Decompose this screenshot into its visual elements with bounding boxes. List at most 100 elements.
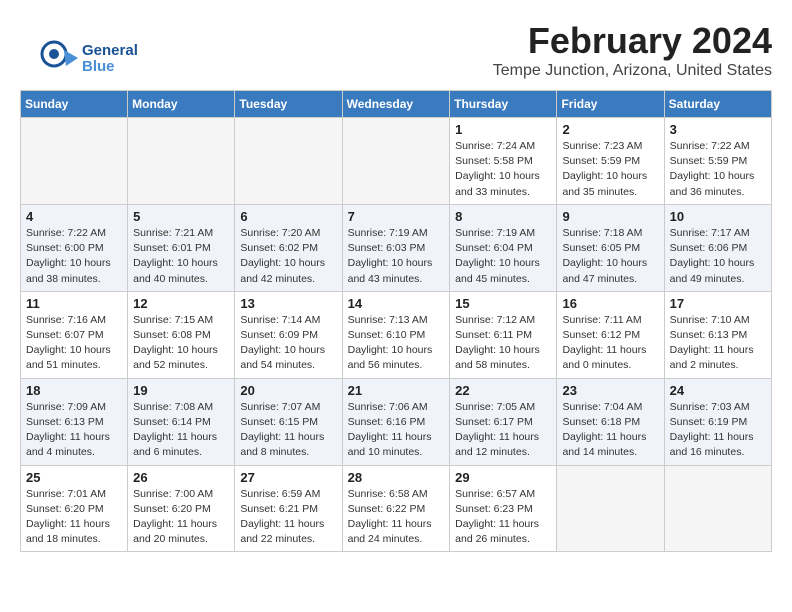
- day-number: 19: [133, 383, 229, 398]
- day-info: Sunrise: 7:24 AM Sunset: 5:58 PM Dayligh…: [455, 139, 551, 200]
- day-number: 5: [133, 209, 229, 224]
- calendar-cell: [557, 465, 664, 552]
- day-info: Sunrise: 7:07 AM Sunset: 6:15 PM Dayligh…: [240, 400, 336, 461]
- day-number: 2: [562, 122, 658, 137]
- day-info: Sunrise: 7:08 AM Sunset: 6:14 PM Dayligh…: [133, 400, 229, 461]
- calendar-cell: 29 Sunrise: 6:57 AM Sunset: 6:23 PM Dayli…: [450, 465, 557, 552]
- calendar-cell: 11 Sunrise: 7:16 AM Sunset: 6:07 PM Dayli…: [21, 291, 128, 378]
- logo-icon: [40, 40, 78, 78]
- day-info: Sunrise: 6:58 AM Sunset: 6:22 PM Dayligh…: [348, 487, 445, 548]
- day-info: Sunrise: 7:19 AM Sunset: 6:04 PM Dayligh…: [455, 226, 551, 287]
- calendar-week-row: 1 Sunrise: 7:24 AM Sunset: 5:58 PM Daylig…: [21, 118, 772, 205]
- weekday-header: Tuesday: [235, 91, 342, 118]
- day-info: Sunrise: 7:22 AM Sunset: 5:59 PM Dayligh…: [670, 139, 766, 200]
- day-number: 9: [562, 209, 658, 224]
- calendar-body: 1 Sunrise: 7:24 AM Sunset: 5:58 PM Daylig…: [21, 118, 772, 552]
- day-info: Sunrise: 7:21 AM Sunset: 6:01 PM Dayligh…: [133, 226, 229, 287]
- logo-text-general: General: [82, 43, 138, 60]
- day-number: 12: [133, 296, 229, 311]
- day-number: 11: [26, 296, 122, 311]
- day-number: 3: [670, 122, 766, 137]
- day-number: 23: [562, 383, 658, 398]
- day-number: 22: [455, 383, 551, 398]
- day-number: 18: [26, 383, 122, 398]
- calendar-cell: 21 Sunrise: 7:06 AM Sunset: 6:16 PM Dayli…: [342, 378, 450, 465]
- weekday-header: Monday: [128, 91, 235, 118]
- day-info: Sunrise: 7:13 AM Sunset: 6:10 PM Dayligh…: [348, 313, 445, 374]
- day-info: Sunrise: 7:04 AM Sunset: 6:18 PM Dayligh…: [562, 400, 658, 461]
- day-info: Sunrise: 7:23 AM Sunset: 5:59 PM Dayligh…: [562, 139, 658, 200]
- day-number: 26: [133, 470, 229, 485]
- day-number: 24: [670, 383, 766, 398]
- day-info: Sunrise: 6:57 AM Sunset: 6:23 PM Dayligh…: [455, 487, 551, 548]
- calendar-cell: 17 Sunrise: 7:10 AM Sunset: 6:13 PM Dayli…: [664, 291, 771, 378]
- day-number: 6: [240, 209, 336, 224]
- calendar-cell: [235, 118, 342, 205]
- day-number: 7: [348, 209, 445, 224]
- day-info: Sunrise: 7:22 AM Sunset: 6:00 PM Dayligh…: [26, 226, 122, 287]
- calendar-cell: 3 Sunrise: 7:22 AM Sunset: 5:59 PM Daylig…: [664, 118, 771, 205]
- calendar-cell: 22 Sunrise: 7:05 AM Sunset: 6:17 PM Dayli…: [450, 378, 557, 465]
- day-info: Sunrise: 7:06 AM Sunset: 6:16 PM Dayligh…: [348, 400, 445, 461]
- calendar-cell: 16Sunrise: 7:11 AM Sunset: 6:12 PM Dayli…: [557, 291, 664, 378]
- weekday-header: Saturday: [664, 91, 771, 118]
- day-info: Sunrise: 7:14 AM Sunset: 6:09 PM Dayligh…: [240, 313, 336, 374]
- calendar-cell: 20 Sunrise: 7:07 AM Sunset: 6:15 PM Dayli…: [235, 378, 342, 465]
- day-number: 14: [348, 296, 445, 311]
- calendar-cell: 25Sunrise: 7:01 AM Sunset: 6:20 PM Dayli…: [21, 465, 128, 552]
- calendar-cell: 7 Sunrise: 7:19 AM Sunset: 6:03 PM Daylig…: [342, 204, 450, 291]
- day-info: Sunrise: 7:16 AM Sunset: 6:07 PM Dayligh…: [26, 313, 122, 374]
- day-info: Sunrise: 7:10 AM Sunset: 6:13 PM Dayligh…: [670, 313, 766, 374]
- calendar-cell: 18 Sunrise: 7:09 AM Sunset: 6:13 PM Dayli…: [21, 378, 128, 465]
- day-info: Sunrise: 6:59 AM Sunset: 6:21 PM Dayligh…: [240, 487, 336, 548]
- calendar-week-row: 4 Sunrise: 7:22 AM Sunset: 6:00 PM Daylig…: [21, 204, 772, 291]
- calendar-cell: 13 Sunrise: 7:14 AM Sunset: 6:09 PM Dayli…: [235, 291, 342, 378]
- calendar-cell: 19 Sunrise: 7:08 AM Sunset: 6:14 PM Dayli…: [128, 378, 235, 465]
- calendar-cell: 14 Sunrise: 7:13 AM Sunset: 6:10 PM Dayli…: [342, 291, 450, 378]
- calendar-cell: 26Sunrise: 7:00 AM Sunset: 6:20 PM Dayli…: [128, 465, 235, 552]
- calendar-table: SundayMondayTuesdayWednesdayThursdayFrid…: [20, 90, 772, 552]
- calendar-cell: 2 Sunrise: 7:23 AM Sunset: 5:59 PM Daylig…: [557, 118, 664, 205]
- calendar-week-row: 11 Sunrise: 7:16 AM Sunset: 6:07 PM Dayli…: [21, 291, 772, 378]
- day-info: Sunrise: 7:09 AM Sunset: 6:13 PM Dayligh…: [26, 400, 122, 461]
- calendar-cell: 24 Sunrise: 7:03 AM Sunset: 6:19 PM Dayli…: [664, 378, 771, 465]
- weekday-header: Sunday: [21, 91, 128, 118]
- day-info: Sunrise: 7:17 AM Sunset: 6:06 PM Dayligh…: [670, 226, 766, 287]
- day-info: Sunrise: 7:05 AM Sunset: 6:17 PM Dayligh…: [455, 400, 551, 461]
- day-number: 17: [670, 296, 766, 311]
- calendar-cell: 8 Sunrise: 7:19 AM Sunset: 6:04 PM Daylig…: [450, 204, 557, 291]
- day-number: 15: [455, 296, 551, 311]
- day-info: Sunrise: 7:19 AM Sunset: 6:03 PM Dayligh…: [348, 226, 445, 287]
- day-number: 13: [240, 296, 336, 311]
- calendar-cell: 9Sunrise: 7:18 AM Sunset: 6:05 PM Daylig…: [557, 204, 664, 291]
- day-number: 28: [348, 470, 445, 485]
- logo: General Blue: [40, 40, 138, 78]
- calendar-cell: 27 Sunrise: 6:59 AM Sunset: 6:21 PM Dayli…: [235, 465, 342, 552]
- calendar-cell: 4 Sunrise: 7:22 AM Sunset: 6:00 PM Daylig…: [21, 204, 128, 291]
- day-number: 8: [455, 209, 551, 224]
- day-info: Sunrise: 7:12 AM Sunset: 6:11 PM Dayligh…: [455, 313, 551, 374]
- weekday-header: Friday: [557, 91, 664, 118]
- calendar-cell: [21, 118, 128, 205]
- day-number: 29: [455, 470, 551, 485]
- calendar-cell: 15 Sunrise: 7:12 AM Sunset: 6:11 PM Dayli…: [450, 291, 557, 378]
- calendar-cell: [342, 118, 450, 205]
- calendar-cell: [664, 465, 771, 552]
- day-info: Sunrise: 7:01 AM Sunset: 6:20 PM Dayligh…: [26, 487, 122, 548]
- day-number: 20: [240, 383, 336, 398]
- calendar-cell: 10 Sunrise: 7:17 AM Sunset: 6:06 PM Dayli…: [664, 204, 771, 291]
- calendar-week-row: 18 Sunrise: 7:09 AM Sunset: 6:13 PM Dayli…: [21, 378, 772, 465]
- day-number: 21: [348, 383, 445, 398]
- day-number: 4: [26, 209, 122, 224]
- calendar-cell: 23 Sunrise: 7:04 AM Sunset: 6:18 PM Dayli…: [557, 378, 664, 465]
- weekday-header: Thursday: [450, 91, 557, 118]
- day-number: 27: [240, 470, 336, 485]
- day-number: 10: [670, 209, 766, 224]
- day-number: 16: [562, 296, 658, 311]
- day-info: Sunrise: 7:03 AM Sunset: 6:19 PM Dayligh…: [670, 400, 766, 461]
- day-number: 1: [455, 122, 551, 137]
- calendar-cell: 6Sunrise: 7:20 AM Sunset: 6:02 PM Daylig…: [235, 204, 342, 291]
- day-info: Sunrise: 7:15 AM Sunset: 6:08 PM Dayligh…: [133, 313, 229, 374]
- logo-text-blue: Blue: [82, 59, 138, 76]
- calendar-week-row: 25Sunrise: 7:01 AM Sunset: 6:20 PM Dayli…: [21, 465, 772, 552]
